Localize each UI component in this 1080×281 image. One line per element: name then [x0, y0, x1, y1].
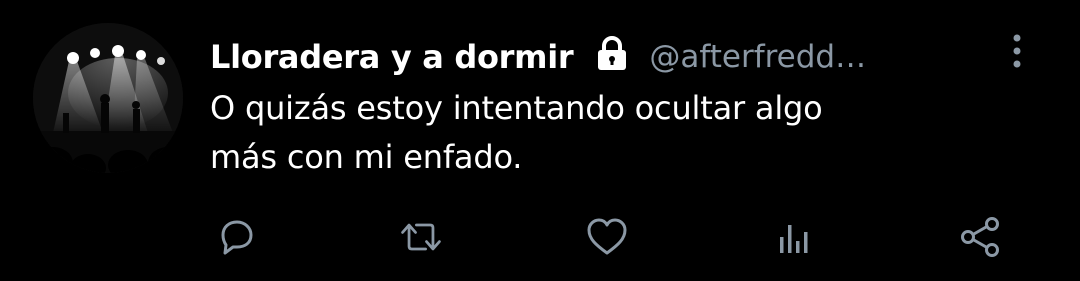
like-icon: [587, 218, 627, 255]
analytics-button[interactable]: [772, 214, 818, 260]
tweet[interactable]: Lloradera y a dormir @afterfredd… O quiz…: [0, 0, 1080, 281]
user-handle[interactable]: @afterfredd…: [649, 39, 866, 75]
tweet-text-line: O quizás estoy intentando ocultar algo: [210, 89, 823, 127]
like-button[interactable]: [584, 214, 630, 260]
vertical-ellipsis-icon[interactable]: [1000, 32, 1034, 72]
retweet-icon: [401, 223, 441, 251]
analytics-icon: [780, 225, 808, 253]
lock-icon: [595, 36, 629, 72]
tweet-header: Lloradera y a dormir @afterfredd…: [210, 32, 990, 82]
retweet-button[interactable]: [398, 214, 444, 260]
avatar[interactable]: [33, 23, 183, 173]
reply-button[interactable]: [214, 214, 260, 260]
tweet-text-line: más con mi enfado.: [210, 138, 523, 176]
reply-icon: [221, 220, 253, 255]
share-icon: [961, 217, 999, 257]
display-name[interactable]: Lloradera y a dormir: [210, 38, 574, 76]
tweet-text: O quizás estoy intentando ocultar algo m…: [210, 84, 1010, 182]
avatar-image: [33, 23, 183, 173]
share-button[interactable]: [958, 214, 1004, 260]
